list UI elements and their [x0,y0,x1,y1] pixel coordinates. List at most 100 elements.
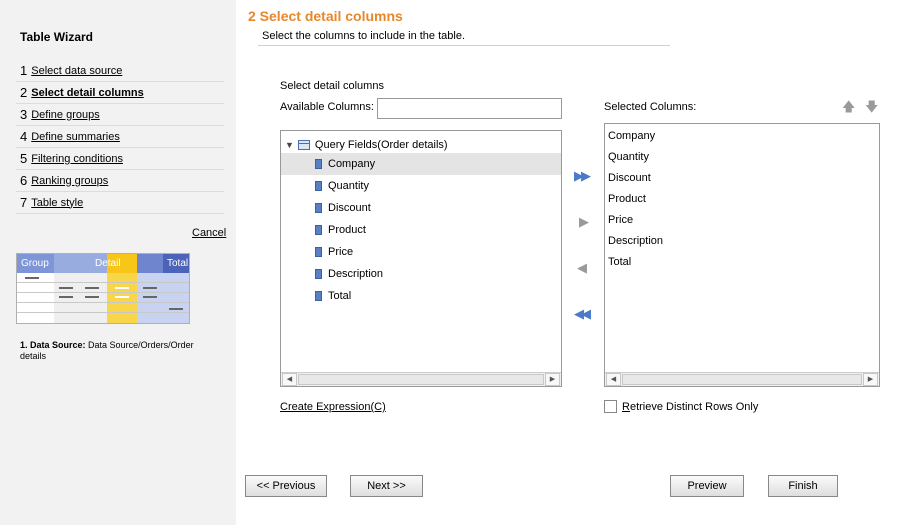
step-label[interactable]: Select data source [31,65,122,77]
expand-triangle-icon[interactable]: ▼ [285,140,294,150]
wizard-title: Table Wizard [20,30,94,44]
step-label[interactable]: Define summaries [31,131,120,143]
preview-sep [137,254,163,273]
selected-item-description[interactable]: Description [608,233,663,249]
tree-item-quantity[interactable]: Quantity [281,175,561,197]
selected-item-price[interactable]: Price [608,212,633,228]
table-icon [297,140,310,150]
selected-horizontal-scrollbar[interactable]: ◀ ▶ [605,372,879,386]
cancel-link[interactable]: Cancel [192,227,226,239]
move-up-icon[interactable]: 🡅 [842,98,855,120]
step-table-style[interactable]: 7 Table style [16,192,224,214]
step-filtering-conditions[interactable]: 5 Filtering conditions [16,148,224,170]
add-button[interactable]: ▶ [579,214,589,230]
step-number: 1 [20,63,28,78]
field-icon [315,203,322,213]
tree-item-discount[interactable]: Discount [281,197,561,219]
selected-item-company[interactable]: Company [608,128,655,144]
distinct-rows-label[interactable]: Retrieve Distinct Rows Only [622,401,758,413]
tree-item-label: Discount [328,202,371,214]
distinct-rows-text: etrieve Distinct Rows Only [629,400,759,413]
preview-dash [25,277,39,279]
wizard-steps: 1 Select data source 2 Select detail colum… [16,60,224,214]
distinct-rows-checkbox[interactable] [604,400,617,413]
tree-item-label: Quantity [328,180,369,192]
step-ranking-groups[interactable]: 6 Ranking groups [16,170,224,192]
section-label: Select detail columns [280,80,384,92]
step-label[interactable]: Define groups [31,109,100,121]
step-number: 7 [20,195,28,210]
page-subtitle: Select the columns to include in the tab… [262,30,466,42]
next-button[interactable]: Next >> [350,475,423,497]
distinct-rows-option[interactable]: Retrieve Distinct Rows Only [604,400,758,413]
tree-item-product[interactable]: Product [281,219,561,241]
scroll-thumb[interactable] [298,374,544,385]
step-label[interactable]: Select detail columns [31,87,143,99]
field-icon [315,181,322,191]
step-label[interactable]: Table style [31,197,83,209]
preview-mid-column [54,273,107,323]
add-all-button[interactable]: ▶▶ [574,168,591,184]
step-define-groups[interactable]: 3 Define groups [16,104,224,126]
tree-root-node[interactable]: ▼ Query Fields(Order details) [285,137,448,153]
preview-row-line [17,302,189,303]
step-number: 2 [20,85,28,100]
data-source-label: 1. Data Source: [20,340,86,350]
remove-all-button[interactable]: ◀◀ [574,306,591,322]
preview-dash [143,287,157,289]
selected-item-quantity[interactable]: Quantity [608,149,649,165]
tree-item-description[interactable]: Description [281,263,561,285]
tree-item-label: Product [328,224,366,236]
preview-dash [143,296,157,298]
tree-item-label: Price [328,246,354,258]
selected-item-total[interactable]: Total [608,254,631,270]
tree-item-total[interactable]: Total [281,285,561,307]
preview-dash [59,287,73,289]
previous-button[interactable]: << Previous [245,475,327,497]
step-select-data-source[interactable]: 1 Select data source [16,60,224,82]
tree-root-label: Query Fields(Order details) [314,139,448,151]
tree-item-company[interactable]: Company [281,153,561,175]
tree-item-price[interactable]: Price [281,241,561,263]
step-number: 5 [20,151,28,166]
preview-dash [169,308,183,310]
table-style-preview: Group Detail Total [16,253,190,324]
preview-detail-label: Detail [95,258,121,269]
step-number: 6 [20,173,28,188]
preview-row-line [17,312,189,313]
finish-button[interactable]: Finish [768,475,838,497]
selected-item-discount[interactable]: Discount [608,170,651,186]
available-columns-tree[interactable]: ▼ Query Fields(Order details) Company Qu… [280,130,562,387]
tree-item-label: Company [328,158,376,170]
step-select-detail-columns[interactable]: 2 Select detail columns [16,82,224,104]
create-expression-link[interactable]: Create Expression(C) [280,401,386,413]
divider [258,45,670,46]
preview-total-header: Total [163,254,189,273]
scroll-right-icon[interactable]: ▶ [545,373,560,386]
field-icon [315,269,322,279]
selected-columns-list[interactable]: Company Quantity Discount Product Price … [604,123,880,387]
available-columns-filter-input[interactable] [377,98,562,119]
scroll-thumb[interactable] [622,374,862,385]
remove-button[interactable]: ◀ [577,260,587,276]
scroll-right-icon[interactable]: ▶ [863,373,878,386]
preview-dash [115,296,129,298]
field-icon [315,159,322,169]
field-icon [315,225,322,235]
preview-button[interactable]: Preview [670,475,744,497]
selected-item-product[interactable]: Product [608,191,646,207]
field-icon [315,247,322,257]
field-icon [315,291,322,301]
page-title: 2 Select detail columns [248,8,403,24]
tree-item-label: Total [328,290,352,302]
distinct-rows-mnemonic: R [622,400,630,413]
step-label[interactable]: Ranking groups [31,175,108,187]
scroll-left-icon[interactable]: ◀ [606,373,621,386]
move-down-icon[interactable]: 🡇 [865,98,878,120]
step-label[interactable]: Filtering conditions [31,153,123,165]
scroll-left-icon[interactable]: ◀ [282,373,297,386]
step-define-summaries[interactable]: 4 Define summaries [16,126,224,148]
tree-horizontal-scrollbar[interactable]: ◀ ▶ [281,372,561,386]
preview-dash [85,287,99,289]
preview-dash [85,296,99,298]
